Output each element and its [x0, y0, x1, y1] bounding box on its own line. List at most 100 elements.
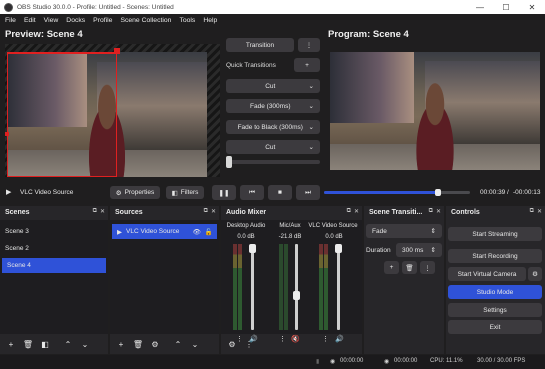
move-up-icon[interactable]: ⌃	[62, 338, 74, 350]
volume-slider-track[interactable]	[295, 244, 298, 330]
stop-button[interactable]: ■	[268, 185, 292, 200]
minimize-button[interactable]: —	[467, 0, 493, 14]
add-quick-transition-button[interactable]: +	[294, 58, 320, 72]
close-dock-icon[interactable]: ✕	[100, 208, 105, 215]
close-dock-icon[interactable]: ✕	[354, 208, 359, 215]
volume-meter	[324, 244, 328, 330]
skip-back-icon: ⏮	[249, 188, 255, 196]
volume-slider-track[interactable]	[251, 244, 254, 330]
source-item[interactable]: ▶ VLC Video Source 👁 🔓	[112, 224, 217, 239]
move-down-icon[interactable]: ⌄	[189, 338, 201, 350]
time-remaining: -00:00:13	[513, 189, 541, 196]
play-icon[interactable]: ▶	[6, 188, 11, 196]
studio-mode-button[interactable]: Studio Mode	[448, 285, 542, 299]
seek-bar[interactable]	[324, 189, 470, 196]
stream-time: 00:00:00	[340, 358, 364, 364]
scene-item[interactable]: Scene 2	[0, 241, 108, 256]
start-streaming-button[interactable]: Start Streaming	[448, 227, 542, 241]
menu-profile[interactable]: Profile	[93, 17, 112, 24]
volume-slider-handle[interactable]	[335, 244, 342, 253]
channel-db: 0.0 dB	[325, 234, 343, 240]
play-icon: ▶	[117, 228, 122, 236]
advanced-audio-icon[interactable]: ⚙	[226, 338, 238, 350]
transition-select[interactable]: Fade ⇕	[366, 224, 442, 238]
menu-file[interactable]: File	[5, 17, 16, 24]
quick-transition-2[interactable]: Fade (300ms) ⌄	[226, 99, 320, 113]
delete-scene-icon[interactable]: 🗑	[22, 338, 34, 350]
next-button[interactable]: ⏭	[296, 185, 320, 200]
menu-scene-collection[interactable]: Scene Collection	[120, 17, 171, 24]
move-up-icon[interactable]: ⌃	[172, 338, 184, 350]
resize-handle[interactable]	[5, 132, 9, 136]
properties-button[interactable]: ⚙ Properties	[110, 186, 160, 199]
transition-button[interactable]: Transition	[226, 38, 294, 52]
menu-docks[interactable]: Docks	[66, 17, 85, 24]
time-current: 00:00:39	[480, 189, 506, 196]
quick-transition-1[interactable]: Cut ⌄	[226, 79, 320, 93]
source-properties-icon[interactable]: ⚙	[149, 338, 161, 350]
undock-icon[interactable]: ⧉	[429, 208, 433, 215]
filters-button[interactable]: ◧ Filters	[166, 186, 204, 199]
menu-edit[interactable]: Edit	[24, 17, 36, 24]
duration-input[interactable]: 300 ms ⇕	[396, 243, 442, 257]
quick-transition-3[interactable]: Fade to Black (300ms) ⌄	[226, 120, 320, 134]
lock-icon[interactable]: 🔓	[205, 228, 213, 236]
close-dock-icon[interactable]: ✕	[211, 208, 216, 215]
gear-icon: ⚙	[532, 271, 538, 278]
resize-handle[interactable]	[114, 48, 120, 54]
remove-transition-button[interactable]: 🗑	[402, 261, 417, 274]
duration-label: Duration	[366, 247, 391, 254]
more-vertical-icon: ⋮	[305, 42, 313, 49]
exit-button[interactable]: Exit	[448, 320, 542, 334]
t-bar-track[interactable]	[226, 160, 320, 164]
skip-forward-icon: ⏭	[305, 188, 311, 196]
add-scene-icon[interactable]: +	[5, 338, 17, 350]
scene-filters-icon[interactable]: ◧	[39, 338, 51, 350]
seek-handle[interactable]	[434, 189, 441, 196]
start-recording-button[interactable]: Start Recording	[448, 249, 542, 263]
close-dock-icon[interactable]: ✕	[537, 208, 542, 215]
program-title: Program: Scene 4	[328, 29, 409, 40]
source-selection-box[interactable]	[7, 52, 117, 177]
obs-logo-icon	[4, 2, 13, 12]
pause-button[interactable]: ❚❚	[212, 185, 236, 200]
close-dock-icon[interactable]: ✕	[436, 208, 441, 215]
delete-source-icon[interactable]: 🗑	[132, 338, 144, 350]
add-transition-button[interactable]: +	[384, 261, 399, 274]
scene-item[interactable]: Scene 3	[0, 224, 108, 239]
previous-button[interactable]: ⏮	[240, 185, 264, 200]
eye-icon[interactable]: 👁	[193, 228, 201, 236]
filter-icon: ◧	[171, 189, 178, 197]
t-bar-handle[interactable]	[226, 156, 232, 168]
more-vertical-icon[interactable]: ⋮	[243, 338, 255, 350]
menu-view[interactable]: View	[44, 17, 59, 24]
settings-button[interactable]: Settings	[448, 303, 542, 317]
transition-menu-button[interactable]: ⋮	[298, 38, 320, 52]
volume-meter	[238, 244, 242, 330]
menu-tools[interactable]: Tools	[179, 17, 195, 24]
quick-transition-4[interactable]: Cut ⌄	[226, 140, 320, 154]
scene-item-active[interactable]: Scene 4	[2, 258, 106, 273]
virtual-camera-settings-button[interactable]: ⚙	[528, 267, 542, 281]
undock-icon[interactable]: ⧉	[204, 208, 208, 215]
volume-slider-track[interactable]	[337, 244, 340, 330]
time-separator: /	[507, 189, 509, 196]
transition-properties-button[interactable]: ⋮	[420, 261, 435, 274]
chevron-down-icon: ⌄	[308, 103, 314, 110]
channel-db: 0.0 dB	[237, 234, 255, 240]
channel-name: Desktop Audio	[226, 223, 266, 229]
undock-icon[interactable]: ⧉	[347, 208, 351, 215]
maximize-button[interactable]: ☐	[493, 0, 519, 14]
volume-slider-handle[interactable]	[293, 291, 300, 301]
move-down-icon[interactable]: ⌄	[79, 338, 91, 350]
add-source-icon[interactable]: +	[115, 338, 127, 350]
menu-help[interactable]: Help	[203, 17, 217, 24]
program-video	[330, 52, 540, 170]
pause-icon: ❚❚	[218, 189, 230, 197]
close-button[interactable]: ✕	[519, 0, 545, 14]
undock-icon[interactable]: ⧉	[530, 208, 534, 215]
start-virtual-camera-button[interactable]: Start Virtual Camera	[448, 267, 526, 281]
undock-icon[interactable]: ⧉	[93, 208, 97, 215]
audio-mixer-dock: Audio Mixer ⧉ ✕ Desktop Audio 0.0 dB ⋮ 🔊 …	[221, 206, 362, 354]
volume-slider-handle[interactable]	[249, 244, 256, 253]
